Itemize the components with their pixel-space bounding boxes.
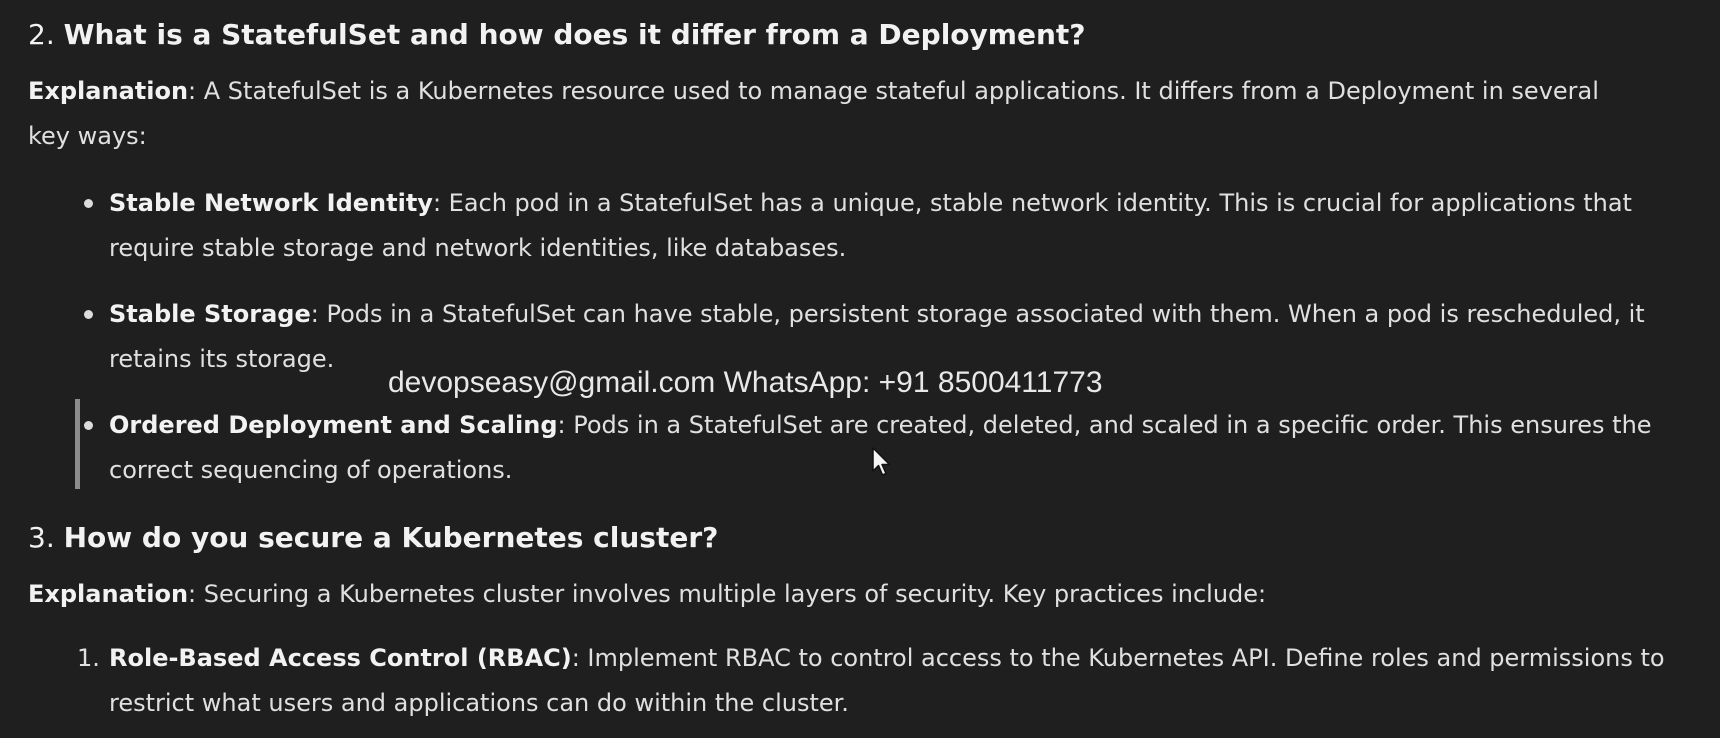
bullet-marker [84, 199, 93, 208]
quote-bar [75, 399, 80, 489]
question-3-heading: 3. How do you secure a Kubernetes cluste… [28, 520, 718, 556]
list-item: Stable Network Identity: Each pod in a S… [109, 181, 1669, 271]
watermark-text: devopseasy@gmail.com WhatsApp: +91 85004… [388, 366, 1103, 399]
mouse-pointer-icon [872, 447, 891, 476]
question-3-title: How do you secure a Kubernetes cluster? [63, 521, 719, 554]
bullet-marker [84, 310, 93, 319]
explanation-text: : A StatefulSet is a Kubernetes resource… [28, 77, 1599, 150]
question-2-number: 2. [28, 18, 55, 51]
list-item-term: Stable Storage [109, 300, 311, 328]
question-3-explanation: Explanation: Securing a Kubernetes clust… [28, 572, 1628, 617]
question-2-title: What is a StatefulSet and how does it di… [63, 18, 1086, 51]
explanation-text: : Securing a Kubernetes cluster involves… [188, 580, 1267, 608]
list-item-text: : Pods in a StatefulSet can have stable,… [109, 300, 1645, 373]
list-item: Role-Based Access Control (RBAC): Implem… [109, 636, 1669, 726]
bullet-marker [84, 421, 93, 430]
explanation-label: Explanation [28, 580, 189, 608]
list-item-term: Ordered Deployment and Scaling [109, 411, 558, 439]
list-number: 1. [77, 644, 100, 672]
question-3-number: 3. [28, 521, 55, 554]
question-2-explanation: Explanation: A StatefulSet is a Kubernet… [28, 69, 1628, 159]
list-item-term: Stable Network Identity [109, 189, 433, 217]
list-item-term: Role-Based Access Control (RBAC) [109, 644, 572, 672]
explanation-label: Explanation [28, 77, 189, 105]
question-2-heading: 2. What is a StatefulSet and how does it… [28, 17, 1086, 53]
